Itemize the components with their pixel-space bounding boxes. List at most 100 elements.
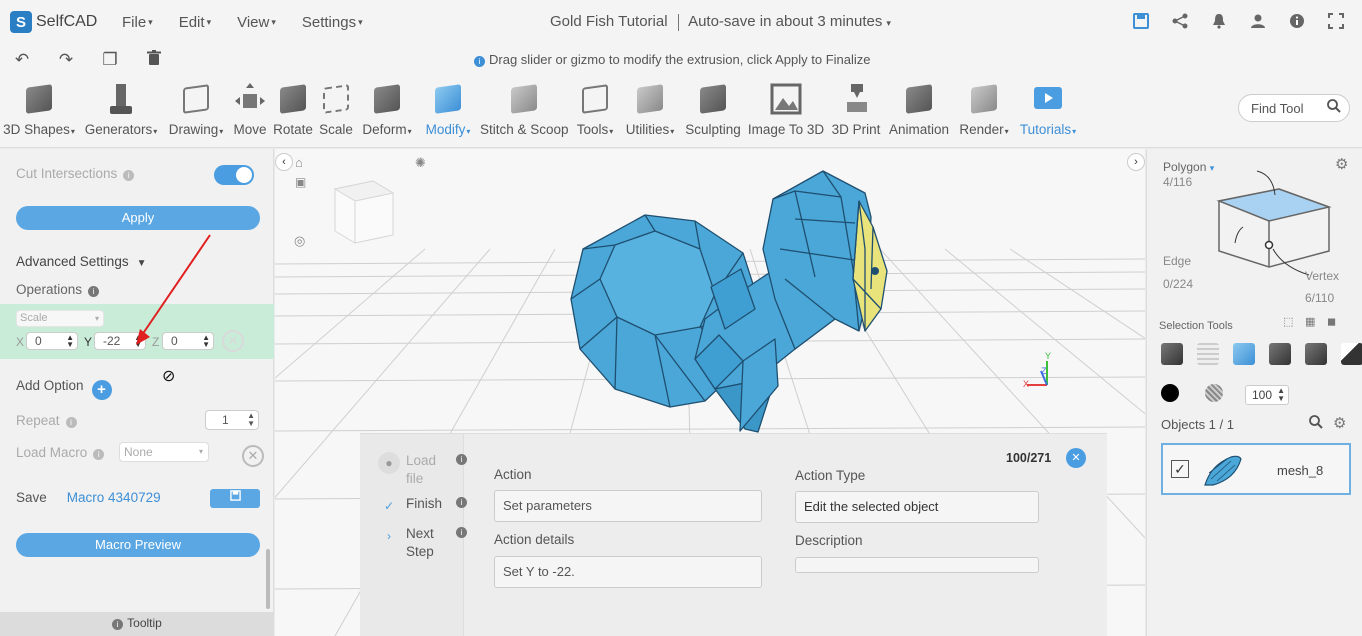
menu-view[interactable]: View (237, 14, 276, 31)
step-next[interactable]: › Next Step i (378, 525, 467, 561)
info-icon[interactable]: i (65, 417, 77, 428)
repeat-input[interactable]: 1 ▲ ▼ (205, 410, 259, 430)
step-load-file[interactable]: ● Load file i (378, 452, 467, 488)
objects-settings-icon[interactable]: ⚙ (1333, 414, 1346, 432)
transform-gizmo-handle[interactable] (871, 267, 879, 275)
save-macro-button[interactable] (210, 489, 260, 508)
plus-icon[interactable]: + (91, 380, 112, 400)
tool-3d-shapes[interactable]: 3D Shapes (2, 82, 76, 137)
document-title[interactable]: Gold Fish Tutorial (550, 13, 668, 30)
fish-mesh[interactable] (570, 170, 888, 433)
tool-move[interactable]: Move (232, 82, 268, 137)
frame-icon[interactable]: ▣ (295, 175, 306, 189)
select-object-mode-icon[interactable] (1161, 343, 1183, 365)
share-icon[interactable] (1170, 11, 1190, 31)
checkbox-icon[interactable]: ✓ (1171, 460, 1189, 478)
menu-settings[interactable]: Settings (302, 14, 363, 31)
tool-render[interactable]: Render (957, 82, 1011, 137)
action-type-field[interactable]: Edit the selected object (795, 491, 1039, 523)
macro-name-link[interactable]: Macro 4340729 (67, 490, 161, 505)
info-icon[interactable]: i (456, 454, 467, 465)
object-item-mesh-8[interactable]: ✓ mesh_8 (1161, 443, 1351, 495)
operation-type-select[interactable]: Scale (16, 310, 104, 327)
tool-3d-print[interactable]: 3D Print (830, 82, 882, 137)
copy-icon[interactable]: ❐ (100, 50, 120, 71)
tool-modify[interactable]: Modify (421, 82, 475, 137)
tool-stitch-scoop[interactable]: Stitch & Scoop (480, 82, 569, 137)
find-tool-search[interactable]: Find Tool (1238, 94, 1350, 122)
x-value-input[interactable]: 0 ▲ ▼ (26, 332, 78, 350)
user-icon[interactable] (1248, 11, 1268, 31)
select-cursor-icon[interactable]: ⬚ (1283, 315, 1293, 328)
view-cube[interactable] (333, 180, 395, 244)
tool-tools[interactable]: Tools (573, 82, 617, 137)
info-icon[interactable]: i (456, 497, 467, 508)
color-picker-icon[interactable] (1161, 384, 1179, 402)
left-panel-scrollbar[interactable] (266, 549, 270, 609)
info-icon[interactable]: i (123, 170, 135, 181)
collapse-left-panel-icon[interactable]: ‹ (275, 153, 293, 171)
info-icon[interactable]: i (456, 527, 467, 538)
tool-drawing[interactable]: Drawing (166, 82, 226, 137)
select-paint-mode-icon[interactable] (1341, 343, 1362, 365)
select-grid-mode-icon[interactable] (1197, 343, 1219, 365)
menu-edit[interactable]: Edit (179, 14, 211, 31)
load-macro-select[interactable]: None ▾ (119, 442, 209, 462)
advanced-settings-row[interactable]: Advanced Settings ▼ (16, 254, 146, 269)
tool-tutorials[interactable]: Tutorials (1016, 82, 1080, 137)
select-object-icon[interactable]: ◼ (1327, 315, 1336, 328)
spinner-icon[interactable]: ▲▼ (1277, 387, 1285, 403)
trash-icon[interactable] (144, 50, 164, 71)
tool-rotate[interactable]: Rotate (272, 82, 314, 137)
select-edge-mode-icon[interactable] (1269, 343, 1291, 365)
tool-sculpting[interactable]: Sculpting (684, 82, 742, 137)
texture-picker-icon[interactable] (1205, 384, 1223, 402)
fullscreen-icon[interactable] (1326, 11, 1346, 31)
description-field[interactable] (795, 557, 1039, 573)
light-icon[interactable]: ✺ (415, 155, 426, 171)
select-face-mode-icon[interactable] (1233, 343, 1255, 365)
tool-generators[interactable]: Generators (82, 82, 160, 137)
redo-icon[interactable]: ↷ (56, 50, 76, 71)
tooltip-bar[interactable]: i Tooltip (0, 612, 274, 636)
selection-cube-icon[interactable] (1213, 167, 1333, 279)
clear-macro-icon[interactable]: ✕ (242, 445, 264, 467)
menu-file[interactable]: File (122, 14, 153, 31)
orbit-icon[interactable]: ◎ (294, 233, 305, 249)
spinner-icon[interactable]: ▲▼ (247, 412, 255, 428)
app-logo[interactable]: S SelfCAD (10, 11, 110, 33)
tool-scale[interactable]: Scale (318, 82, 354, 137)
bell-icon[interactable] (1209, 11, 1229, 31)
autosave-status[interactable]: Auto-save in about 3 minutes (688, 13, 891, 30)
tool-utilities[interactable]: Utilities (622, 82, 678, 137)
info-icon[interactable]: i (88, 286, 100, 297)
tool-image-to-3d[interactable]: Image To 3D (747, 82, 825, 137)
info-icon[interactable]: i (93, 449, 105, 460)
undo-icon[interactable]: ↶ (12, 50, 32, 71)
opacity-input[interactable]: 100 ▲ ▼ (1245, 385, 1289, 405)
close-dialog-icon[interactable]: ✕ (1066, 448, 1086, 468)
search-objects-icon[interactable] (1309, 415, 1323, 432)
save-icon[interactable] (1131, 11, 1151, 31)
spinner-icon[interactable]: ▲▼ (66, 334, 74, 349)
info-icon[interactable] (1287, 11, 1307, 31)
select-box-icon[interactable]: ▦ (1305, 315, 1315, 328)
home-icon[interactable]: ⌂ (295, 155, 303, 170)
action-field[interactable]: Set parameters (494, 490, 762, 522)
select-vertex-mode-icon[interactable] (1305, 343, 1327, 365)
tool-deform[interactable]: Deform (358, 82, 416, 137)
tool-animation[interactable]: Animation (887, 82, 951, 137)
gear-icon[interactable]: ⚙ (1335, 155, 1348, 173)
printer-icon (839, 82, 873, 116)
sculpting-icon (696, 82, 730, 116)
step-finish[interactable]: ✓ Finish i (378, 495, 467, 517)
collapse-right-panel-icon[interactable]: › (1127, 153, 1145, 171)
add-option-row[interactable]: Add Option + (16, 378, 112, 400)
selection-mode-dropdown[interactable]: Polygon ▾ (1163, 160, 1214, 174)
search-icon[interactable] (1327, 99, 1341, 116)
macro-preview-button[interactable]: Macro Preview (16, 533, 260, 557)
remove-operation-icon[interactable]: ✕ (222, 330, 244, 352)
cut-intersections-toggle[interactable] (214, 165, 254, 185)
action-details-field[interactable]: Set Y to -22. (494, 556, 762, 588)
apply-button[interactable]: Apply (16, 206, 260, 230)
